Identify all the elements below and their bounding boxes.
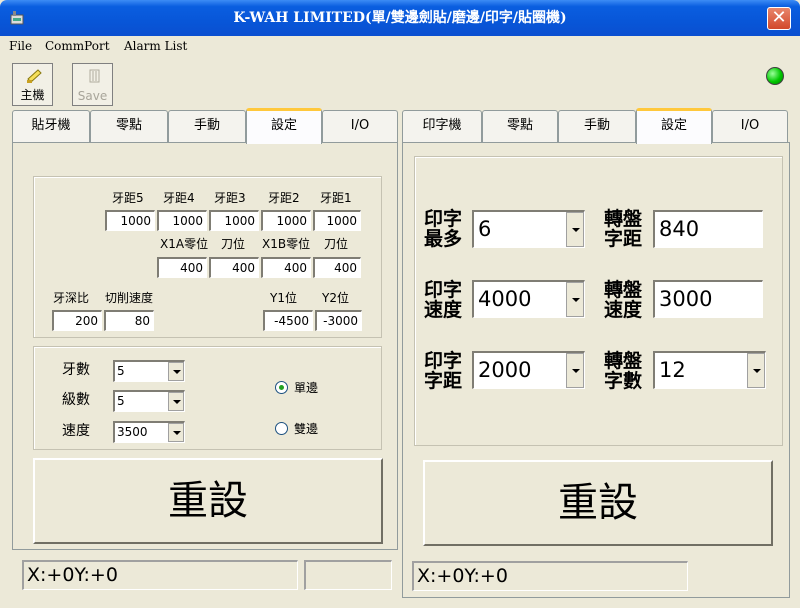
velocity-label: 速度 [62,423,90,439]
menu-file[interactable]: File [9,39,32,53]
x1b-zero-input[interactable]: 400 [261,257,311,278]
close-button[interactable]: ✕ [767,7,791,30]
tab-right-io[interactable]: I/O [712,110,788,142]
tab-right-manual[interactable]: 手動 [558,110,636,142]
pitch4-label: 牙距4 [163,191,195,205]
window-title: K-WAH LIMITED(單/雙邊劍貼/磨邊/印字/貼圈機) [233,10,567,26]
level-count-select[interactable]: 5 [113,390,185,412]
double-side-radio[interactable] [275,422,288,435]
teeth-count-value: 5 [117,364,125,378]
disk-pitch-label: 轉盤字距 [604,208,643,250]
pitch1-label: 牙距1 [320,191,352,205]
disk-speed-input[interactable]: 3000 [653,280,763,318]
y2-pos-input[interactable]: -3000 [315,310,362,331]
chevron-down-icon[interactable] [566,282,584,317]
menu-bar: File CommPort Alarm List [0,36,800,58]
tab-left-io[interactable]: I/O [322,110,398,142]
disk-speed-label: 轉盤速度 [604,279,643,321]
left-status-blank [304,560,392,590]
menu-alarm-list[interactable]: Alarm List [124,39,187,53]
disk-count-label: 轉盤字數 [604,350,643,392]
x1a-zero-input[interactable]: 400 [157,257,207,278]
save-icon [89,69,100,83]
right-reset-button[interactable]: 重設 [423,460,773,546]
left-reset-button[interactable]: 重設 [33,458,383,544]
tab-left-threader[interactable]: 貼牙機 [12,110,90,142]
level-count-value: 5 [117,394,125,408]
print-max-select[interactable]: 6 [472,210,585,248]
single-side-label: 單邊 [294,381,319,395]
depth-ratio-label: 牙深比 [53,291,90,305]
chevron-down-icon[interactable] [168,362,184,381]
pitch2-label: 牙距2 [268,191,300,205]
right-status-coords: X:+0Y:+0 [412,561,688,591]
chevron-down-icon[interactable] [168,423,184,442]
main-icon [27,69,42,83]
print-max-label: 印字最多 [424,208,463,250]
single-side-radio[interactable] [275,381,288,394]
tab-left-zero[interactable]: 零點 [90,110,168,142]
y1-pos-input[interactable]: -4500 [263,310,313,331]
left-status-coords: X:+0Y:+0 [22,560,298,590]
tab-left-manual[interactable]: 手動 [168,110,246,142]
tab-right-settings[interactable]: 設定 [636,108,712,144]
disk-pitch-input[interactable]: 840 [653,210,763,248]
level-count-label: 級數 [62,392,90,408]
x1b-zero-label: X1B零位 [262,237,311,251]
knife-pos2-input[interactable]: 400 [313,257,361,278]
tab-right-printer[interactable]: 印字機 [402,110,482,142]
pitch5-input[interactable]: 1000 [105,210,155,231]
print-max-value: 6 [478,217,492,241]
double-side-label: 雙邊 [294,422,319,436]
main-button[interactable]: 主機 [12,63,53,106]
pitch1-input[interactable]: 1000 [313,210,361,231]
print-speed-select[interactable]: 4000 [472,280,585,318]
cutting-speed-input[interactable]: 80 [104,310,154,331]
knife-pos1-label: 刀位 [221,237,246,251]
chevron-down-icon[interactable] [566,212,584,247]
menu-commport[interactable]: CommPort [45,39,110,53]
teeth-count-label: 牙數 [62,362,90,378]
knife-pos1-input[interactable]: 400 [209,257,259,278]
chevron-down-icon[interactable] [747,353,765,388]
connection-status-led [766,67,784,85]
print-speed-value: 4000 [478,287,532,311]
velocity-value: 3500 [117,425,148,439]
chevron-down-icon[interactable] [168,392,184,411]
pitch3-input[interactable]: 1000 [209,210,259,231]
pitch2-input[interactable]: 1000 [261,210,311,231]
velocity-select[interactable]: 3500 [113,421,185,443]
pitch3-label: 牙距3 [214,191,246,205]
pitch5-label: 牙距5 [112,191,144,205]
tab-left-settings[interactable]: 設定 [246,108,322,144]
depth-ratio-input[interactable]: 200 [52,310,102,331]
print-speed-label: 印字速度 [424,279,463,321]
chevron-down-icon[interactable] [566,353,584,388]
main-button-label: 主機 [20,88,45,102]
save-button[interactable]: Save [72,63,113,106]
print-pitch-label: 印字字距 [424,350,463,392]
disk-count-value: 12 [659,358,686,382]
y1-pos-label: Y1位 [270,291,297,305]
pitch4-input[interactable]: 1000 [157,210,207,231]
save-button-label: Save [77,89,108,103]
cutting-speed-label: 切削速度 [105,291,154,305]
knife-pos2-label: 刀位 [324,237,349,251]
disk-count-select[interactable]: 12 [653,351,766,389]
y2-pos-label: Y2位 [322,291,349,305]
tab-right-zero[interactable]: 零點 [482,110,558,142]
print-pitch-select[interactable]: 2000 [472,351,585,389]
x1a-zero-label: X1A零位 [160,237,209,251]
print-pitch-value: 2000 [478,358,532,382]
teeth-count-select[interactable]: 5 [113,360,185,382]
